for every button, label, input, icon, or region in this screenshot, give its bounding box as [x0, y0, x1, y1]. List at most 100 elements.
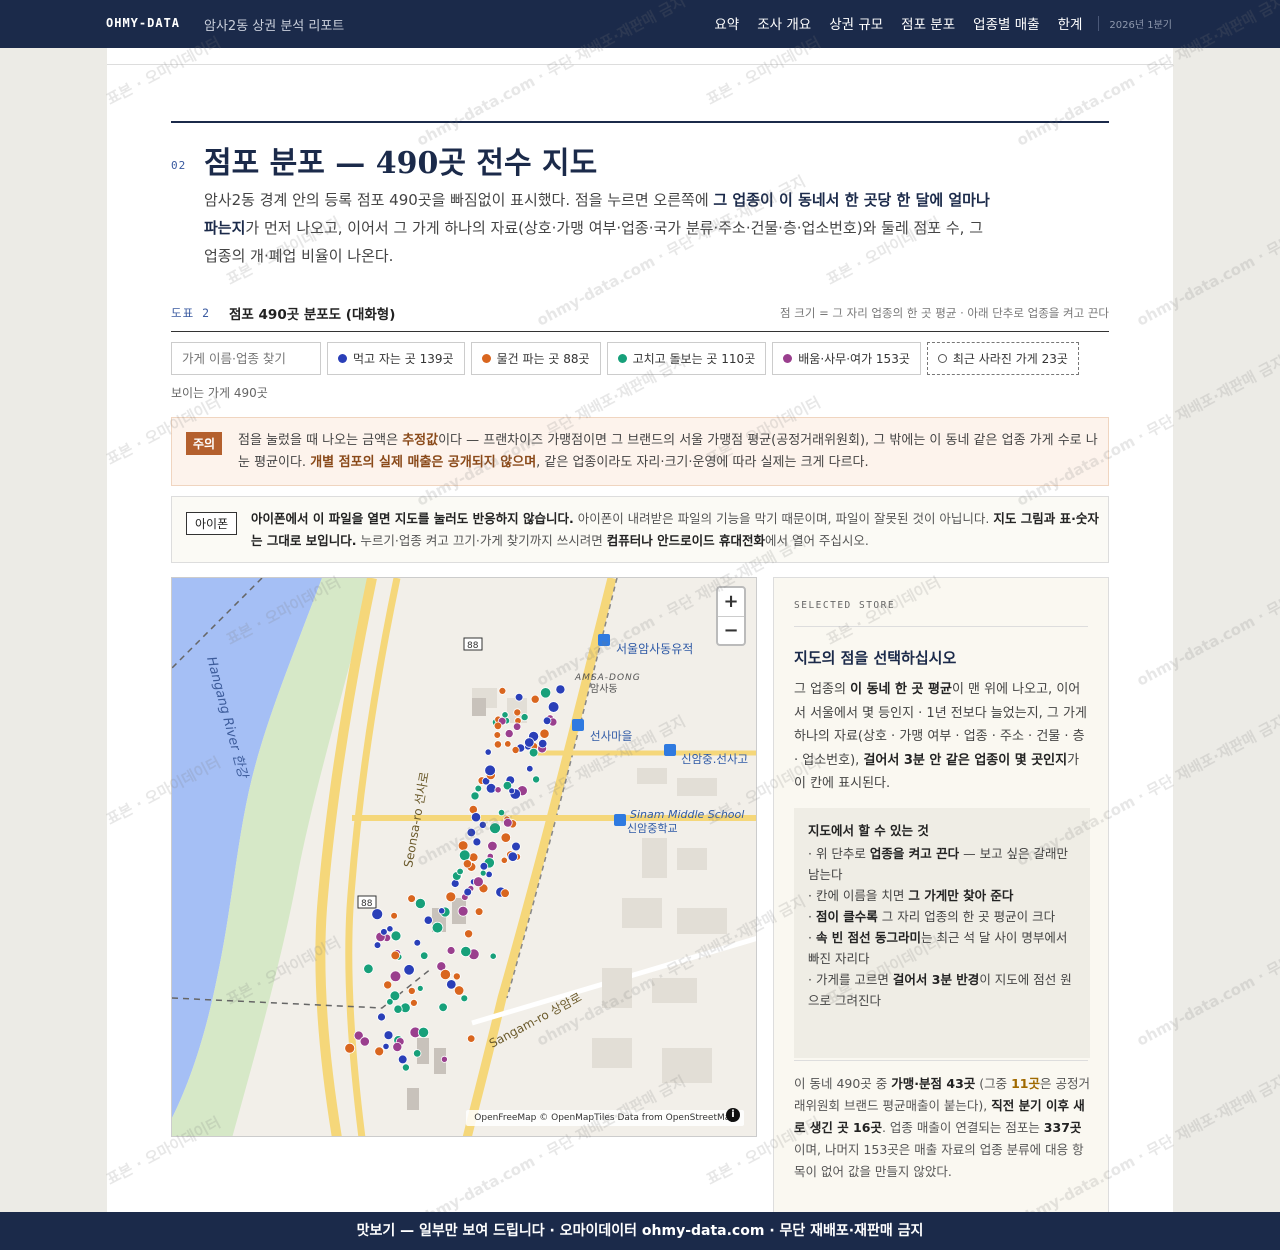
store-dot[interactable] [392, 1041, 403, 1052]
store-dot[interactable] [374, 1046, 385, 1057]
store-dot[interactable] [456, 867, 464, 876]
store-dot[interactable] [526, 764, 534, 773]
store-dot[interactable] [363, 963, 374, 975]
store-dot[interactable] [479, 869, 487, 877]
store-dot[interactable] [489, 952, 497, 960]
store-dot[interactable] [440, 1055, 448, 1063]
store-dot[interactable] [547, 701, 560, 713]
store-dot[interactable] [390, 911, 398, 920]
store-dot[interactable] [407, 986, 416, 995]
store-dot[interactable] [380, 928, 388, 936]
store-dot[interactable] [397, 1054, 408, 1065]
nav-summary[interactable]: 요약 [714, 13, 739, 33]
store-dot[interactable] [493, 740, 502, 749]
nav-limits[interactable]: 한계 [1058, 13, 1083, 33]
store-dot[interactable] [460, 994, 469, 1003]
nav-market-size[interactable]: 상권 규모 [829, 13, 883, 33]
store-dot[interactable] [487, 840, 498, 852]
store-dot[interactable] [373, 941, 382, 949]
store-dot[interactable] [542, 716, 552, 726]
store-dot[interactable] [497, 809, 506, 817]
store-dot[interactable] [445, 891, 457, 903]
store-dot[interactable] [513, 708, 522, 717]
store-dot[interactable] [528, 747, 539, 758]
map-attribution[interactable]: OpenFreeMap © OpenMapTiles Data from Ope… [466, 1110, 744, 1126]
store-dot[interactable] [431, 921, 444, 934]
store-dot[interactable] [409, 998, 418, 1007]
store-dot[interactable] [383, 1030, 394, 1041]
store-dot[interactable] [458, 849, 471, 862]
store-dot[interactable] [466, 827, 477, 838]
store-dot[interactable] [470, 791, 480, 801]
nav-store-distribution[interactable]: 점포 분포 [901, 13, 955, 33]
store-dot[interactable] [501, 711, 509, 719]
store-dot[interactable] [457, 840, 469, 851]
store-dot[interactable] [438, 1002, 448, 1013]
store-dot[interactable] [532, 775, 541, 784]
info-icon[interactable]: i [726, 1108, 740, 1122]
store-dot[interactable] [423, 915, 433, 925]
store-dot[interactable] [462, 859, 472, 869]
store-dot[interactable] [386, 998, 394, 1006]
store-dot[interactable] [401, 1063, 410, 1072]
store-dot[interactable] [472, 837, 482, 847]
store-dot[interactable] [359, 1036, 370, 1047]
store-dot[interactable] [407, 894, 416, 903]
store-dot[interactable] [386, 925, 394, 933]
store-dot[interactable] [390, 950, 401, 961]
store-dot[interactable] [464, 929, 474, 939]
store-dot[interactable] [530, 694, 540, 704]
store-dot[interactable] [382, 1042, 390, 1050]
store-dot[interactable] [412, 1049, 422, 1058]
store-dot[interactable] [500, 888, 510, 898]
store-dot[interactable] [520, 713, 529, 722]
store-dot[interactable] [498, 687, 507, 695]
store-dot[interactable] [470, 812, 482, 823]
store-dot[interactable] [468, 852, 479, 863]
nav-sales-by-category[interactable]: 업종별 매출 [973, 13, 1039, 33]
store-dot[interactable] [494, 786, 502, 794]
store-dot[interactable] [514, 692, 524, 702]
chip-closed-stores[interactable]: 최근 사라진 가게 23곳 [926, 342, 1079, 375]
store-dot[interactable] [463, 887, 473, 897]
store-dot[interactable] [467, 1034, 476, 1043]
zoom-out-button[interactable]: − [718, 616, 744, 644]
store-dot[interactable] [446, 946, 456, 955]
store-dot[interactable] [450, 879, 460, 888]
store-dot[interactable] [389, 970, 402, 983]
store-dot[interactable] [478, 820, 487, 829]
store-dot[interactable] [403, 964, 415, 976]
store-dot[interactable] [489, 822, 501, 835]
chip-repair-care[interactable]: 고치고 돌보는 곳 110곳 [606, 342, 767, 375]
store-dot[interactable] [371, 908, 384, 921]
store-dot[interactable] [500, 832, 512, 843]
store-dot[interactable] [555, 684, 566, 695]
store-dot[interactable] [484, 748, 492, 756]
store-dot[interactable] [457, 905, 469, 917]
chip-food-lodging[interactable]: 먹고 자는 곳 139곳 [327, 342, 465, 375]
store-dot[interactable] [344, 1042, 356, 1054]
store-dot[interactable] [511, 745, 520, 754]
chip-retail[interactable]: 물건 파는 곳 88곳 [470, 342, 601, 375]
nav-overview[interactable]: 조사 개요 [757, 13, 811, 33]
store-dot[interactable] [484, 764, 496, 777]
store-dot[interactable] [474, 784, 483, 793]
store-dot[interactable] [383, 980, 393, 990]
chip-education-office-leisure[interactable]: 배움·사무·여가 153곳 [772, 342, 921, 375]
store-dot[interactable] [393, 1004, 403, 1014]
store-dot[interactable] [377, 1012, 386, 1022]
brand-logo[interactable]: OHMY-DATA [106, 16, 180, 30]
store-dot[interactable] [474, 907, 484, 916]
store-dot[interactable] [390, 930, 402, 942]
store-dot[interactable] [452, 972, 461, 981]
store-dot[interactable] [417, 1026, 430, 1038]
store-dot[interactable] [504, 740, 512, 748]
store-dot[interactable] [460, 945, 472, 958]
store-dot[interactable] [416, 984, 424, 992]
store-dot[interactable] [479, 861, 489, 871]
store-dot[interactable] [507, 851, 519, 862]
store-dot[interactable] [508, 787, 516, 795]
store-dot[interactable] [512, 722, 522, 731]
store-dot[interactable] [493, 731, 502, 739]
store-map[interactable]: Hangang River 한강 Seonsa-ro 선사로 Sangam-ro… [171, 577, 757, 1137]
